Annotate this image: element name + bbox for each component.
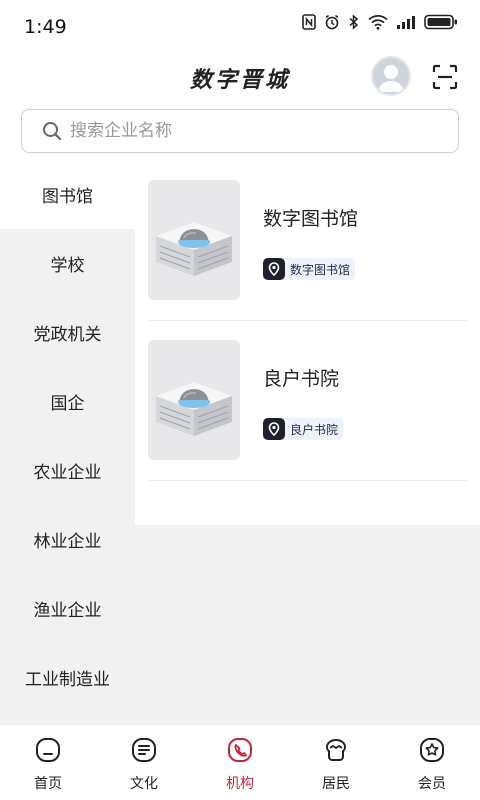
battery-icon — [424, 14, 457, 30]
user-avatar-icon — [378, 65, 404, 92]
sidebar-item-label: 国企 — [50, 394, 85, 414]
nav-resident[interactable]: 居民 — [301, 735, 371, 795]
sidebar-item-label: 渔业企业 — [33, 601, 102, 621]
sidebar-item-forestry[interactable]: 林业企业 — [0, 505, 135, 574]
nav-member[interactable]: 会员 — [397, 735, 467, 795]
bottom-nav: 首页 文化 机构 居民 会员 — [0, 724, 480, 800]
nav-label: 居民 — [322, 776, 350, 792]
nav-label: 文化 — [130, 776, 158, 792]
building-thumbnail — [148, 340, 240, 460]
list-item[interactable]: 数字图书馆 数字图书馆 — [148, 160, 468, 321]
nav-organization[interactable]: 机构 — [205, 735, 275, 795]
home-icon — [36, 738, 60, 762]
sidebar-item-label: 工业制造业 — [25, 670, 110, 690]
app-header: 数字晋城 — [0, 52, 480, 104]
avatar[interactable] — [371, 56, 411, 96]
wifi-icon — [368, 15, 388, 30]
sidebar-item-label: 党政机关 — [33, 325, 102, 345]
org-tag: 良户书院 — [263, 418, 344, 440]
signal-icon — [397, 16, 415, 29]
sidebar-item-fishery[interactable]: 渔业企业 — [0, 574, 135, 643]
sidebar-item-agriculture[interactable]: 农业企业 — [0, 436, 135, 505]
bluetooth-icon — [349, 14, 359, 30]
location-pin-icon — [263, 258, 285, 280]
search-icon — [43, 122, 62, 141]
org-tag-label: 数字图书馆 — [290, 262, 351, 277]
culture-icon — [132, 738, 156, 762]
sidebar-item-library[interactable]: 图书馆 — [0, 160, 135, 229]
org-list: 数字图书馆 数字图书馆 良户书院 良户书院 — [135, 160, 480, 525]
content-area: 图书馆 学校 党政机关 国企 农业企业 林业企业 渔业企业 工业制造业 数字图书… — [0, 160, 480, 724]
status-icons — [302, 14, 458, 30]
scan-icon[interactable] — [432, 64, 458, 90]
search-input[interactable] — [70, 110, 440, 151]
status-bar: 1:49 — [0, 0, 480, 52]
building-thumbnail — [148, 180, 240, 300]
sidebar-item-government[interactable]: 党政机关 — [0, 298, 135, 367]
sidebar-item-state-enterprise[interactable]: 国企 — [0, 367, 135, 436]
nfc-icon — [302, 14, 316, 30]
nav-home[interactable]: 首页 — [13, 735, 83, 795]
org-title: 良户书院 — [263, 368, 340, 390]
nav-culture[interactable]: 文化 — [109, 735, 179, 795]
location-pin-icon — [263, 418, 285, 440]
nav-label: 首页 — [34, 776, 62, 792]
sidebar-item-label: 农业企业 — [33, 463, 102, 483]
resident-icon — [326, 739, 346, 761]
building-image — [148, 180, 240, 300]
building-image — [148, 340, 240, 460]
category-sidebar: 图书馆 学校 党政机关 国企 农业企业 林业企业 渔业企业 工业制造业 — [0, 160, 135, 724]
divider — [148, 480, 468, 481]
org-title: 数字图书馆 — [263, 208, 359, 230]
org-tag: 数字图书馆 — [263, 258, 356, 280]
sidebar-item-manufacturing[interactable]: 工业制造业 — [0, 643, 135, 712]
nav-label: 机构 — [226, 776, 254, 792]
alarm-icon — [325, 14, 339, 30]
sidebar-item-label: 林业企业 — [33, 532, 102, 552]
sidebar-item-label: 图书馆 — [42, 187, 93, 207]
organization-icon — [228, 738, 252, 762]
status-time: 1:49 — [24, 16, 67, 38]
search-box[interactable] — [21, 109, 459, 153]
nav-label: 会员 — [418, 776, 446, 792]
sidebar-item-label: 学校 — [50, 256, 85, 276]
sidebar-item-school[interactable]: 学校 — [0, 229, 135, 298]
org-tag-label: 良户书院 — [290, 422, 339, 437]
member-icon — [420, 738, 444, 762]
list-item[interactable]: 良户书院 良户书院 — [148, 320, 468, 481]
